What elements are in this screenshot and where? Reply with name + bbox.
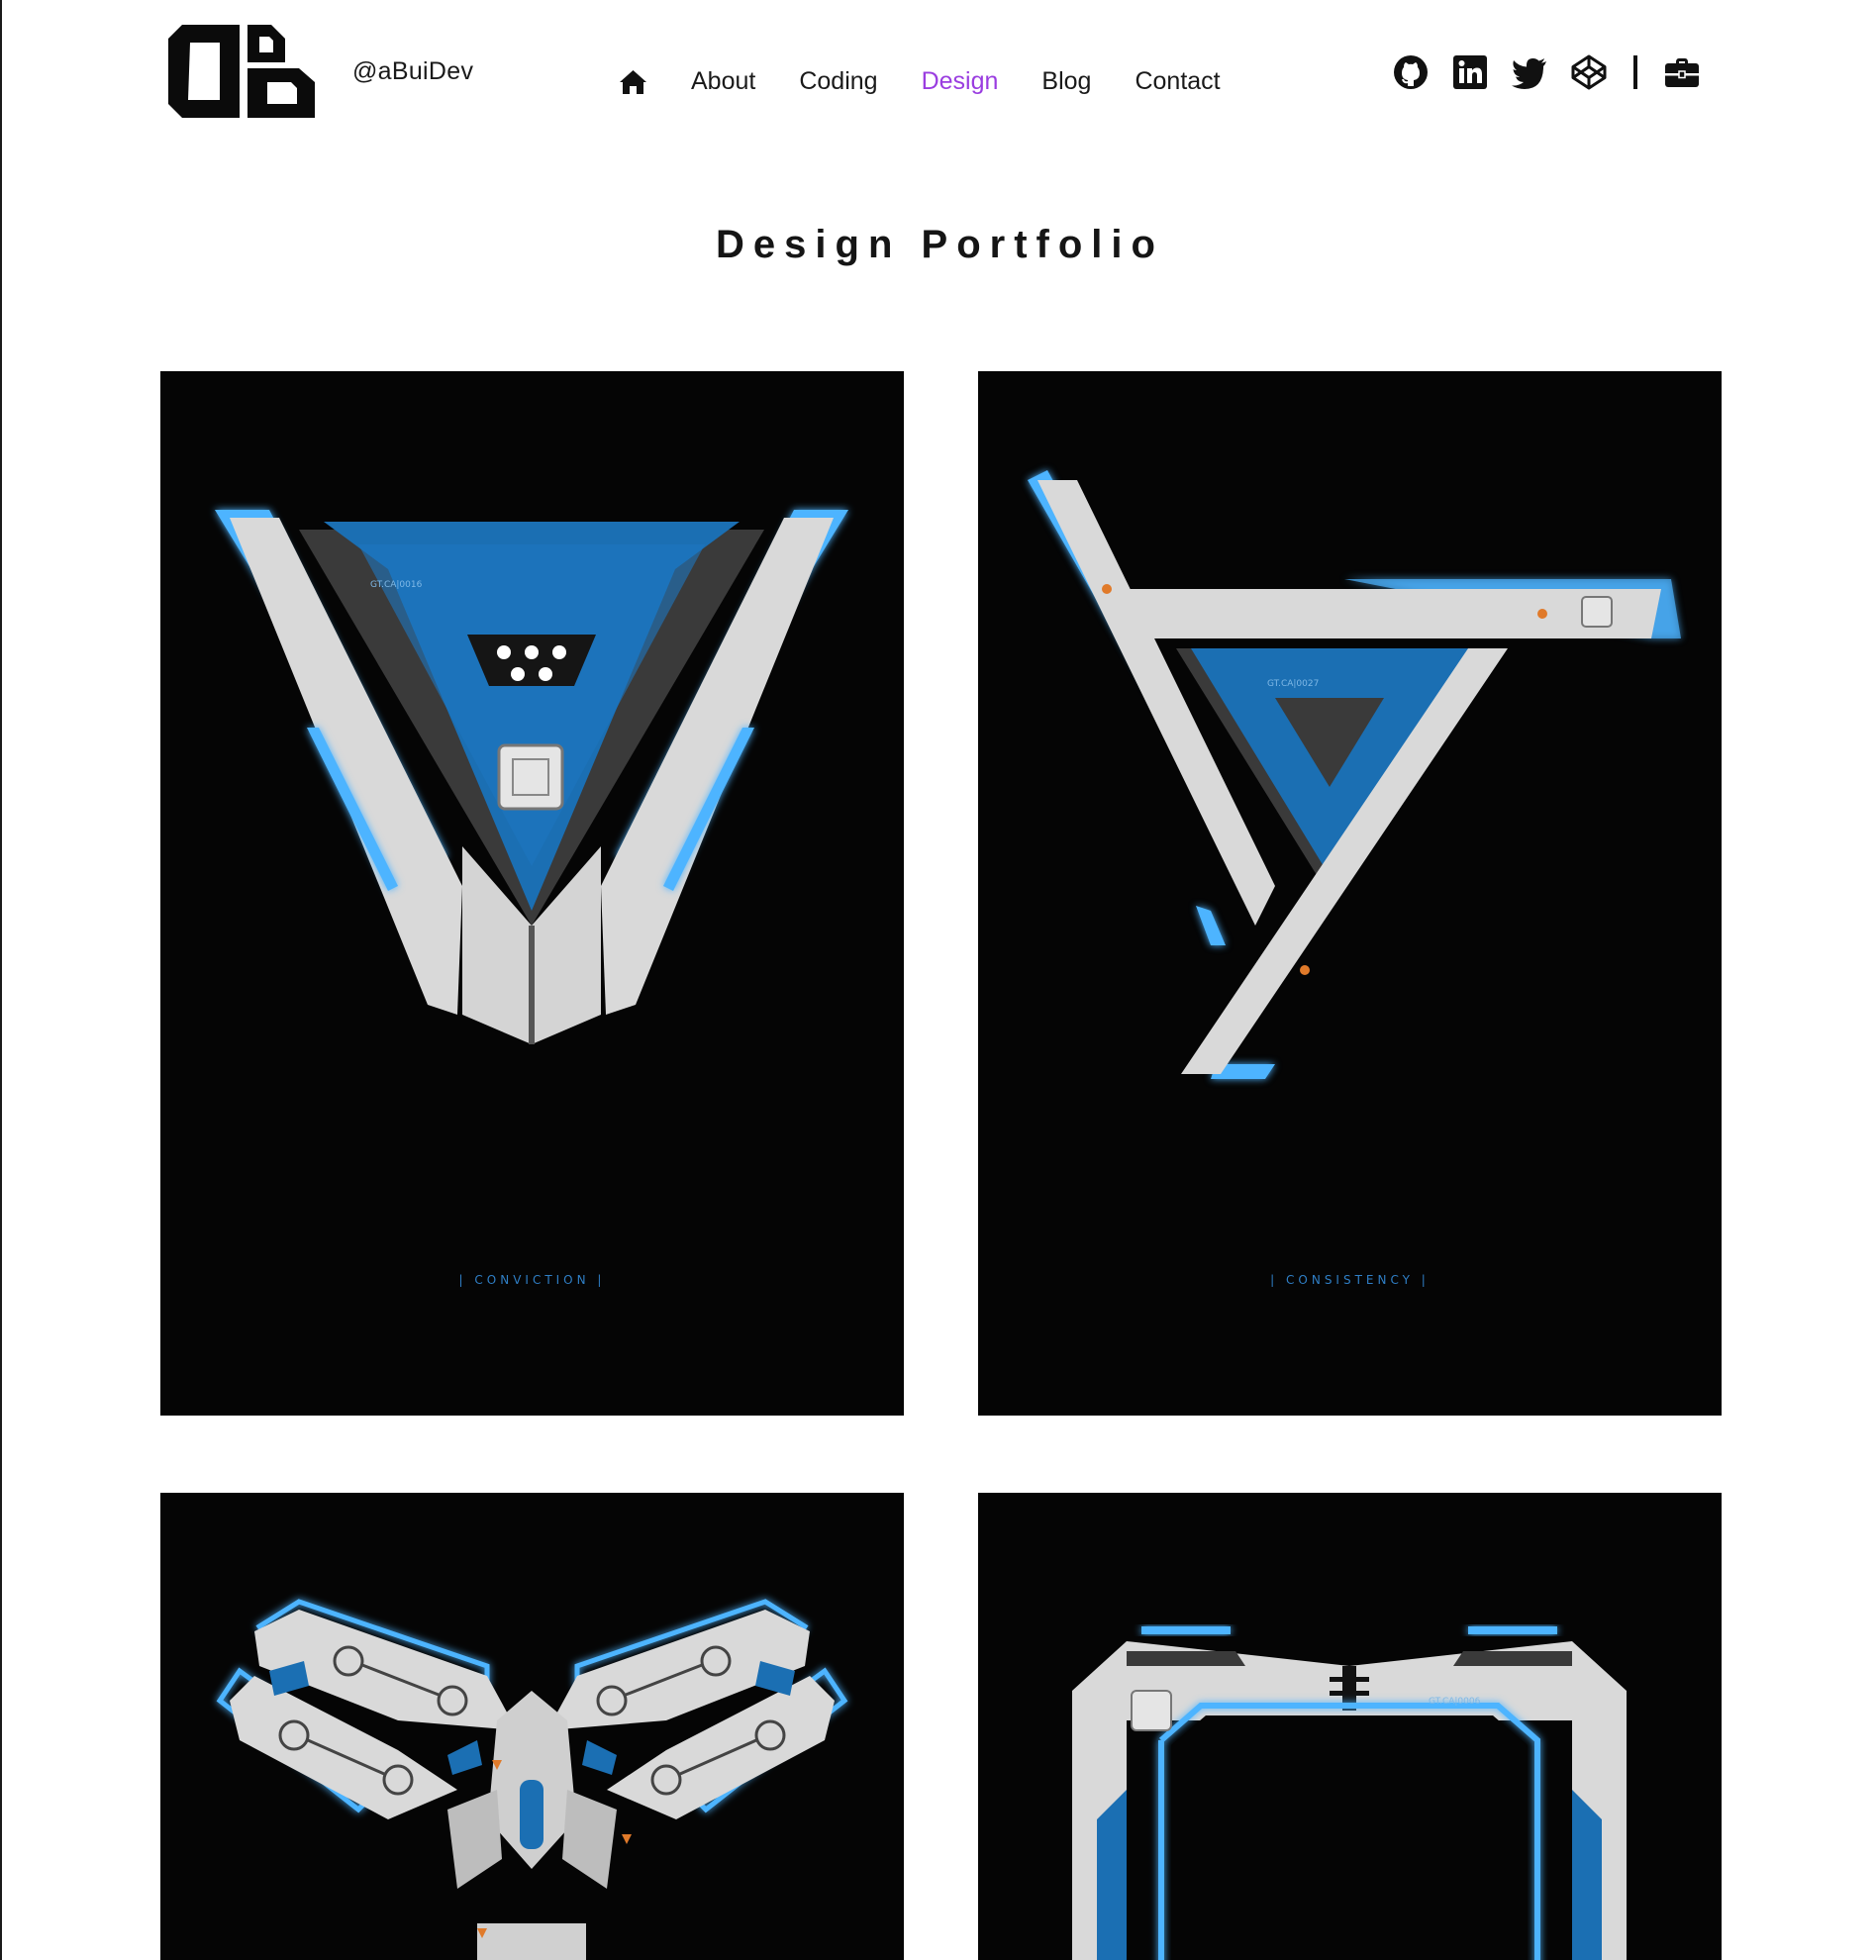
main-nav: About Coding Design Blog Contact: [619, 67, 1221, 96]
card-caption: | CONSISTENCY |: [1270, 1273, 1430, 1287]
briefcase-icon[interactable]: [1663, 53, 1701, 91]
nav-contact[interactable]: Contact: [1135, 67, 1220, 96]
site-header: @aBuiDev About Coding Design Blog Contac…: [2, 0, 1876, 148]
ab-logo-icon[interactable]: [168, 25, 315, 118]
social-links: [1392, 53, 1701, 91]
portfolio-card-emblem-3[interactable]: [160, 1493, 904, 1960]
emblem-4-code: GT.CA|0006: [1429, 1697, 1481, 1707]
conviction-code: GT.CA|0016: [370, 580, 423, 590]
codepen-icon[interactable]: [1570, 53, 1608, 91]
linkedin-icon[interactable]: [1451, 53, 1489, 91]
social-divider: [1633, 55, 1637, 89]
portfolio-card-emblem-4[interactable]: GT.CA|0006: [978, 1493, 1722, 1960]
portfolio-card-consistency[interactable]: GT.CA|0027 | CONSISTENCY |: [978, 371, 1722, 1416]
consistency-artwork: GT.CA|0027: [1028, 470, 1681, 1079]
consistency-code: GT.CA|0027: [1267, 679, 1319, 689]
emblem-3-artwork: [216, 1599, 848, 1960]
portfolio-card-conviction[interactable]: GT.CA|0016 | CONVICTION |: [160, 371, 904, 1416]
twitter-icon[interactable]: [1511, 53, 1548, 91]
nav-design[interactable]: Design: [922, 67, 999, 96]
github-icon[interactable]: [1392, 53, 1430, 91]
nav-about[interactable]: About: [691, 67, 755, 96]
nav-home[interactable]: [619, 69, 647, 95]
page-title: Design Portfolio: [716, 222, 1164, 266]
page: @aBuiDev About Coding Design Blog Contac…: [0, 0, 1876, 1960]
conviction-artwork: GT.CA|0016: [215, 510, 848, 1044]
nav-coding[interactable]: Coding: [799, 67, 877, 96]
nav-blog[interactable]: Blog: [1041, 67, 1091, 96]
emblem-4-artwork: GT.CA|0006: [1072, 1626, 1627, 1960]
home-icon: [620, 69, 646, 94]
card-caption: | CONVICTION |: [458, 1273, 606, 1287]
site-handle[interactable]: @aBuiDev: [352, 57, 473, 86]
